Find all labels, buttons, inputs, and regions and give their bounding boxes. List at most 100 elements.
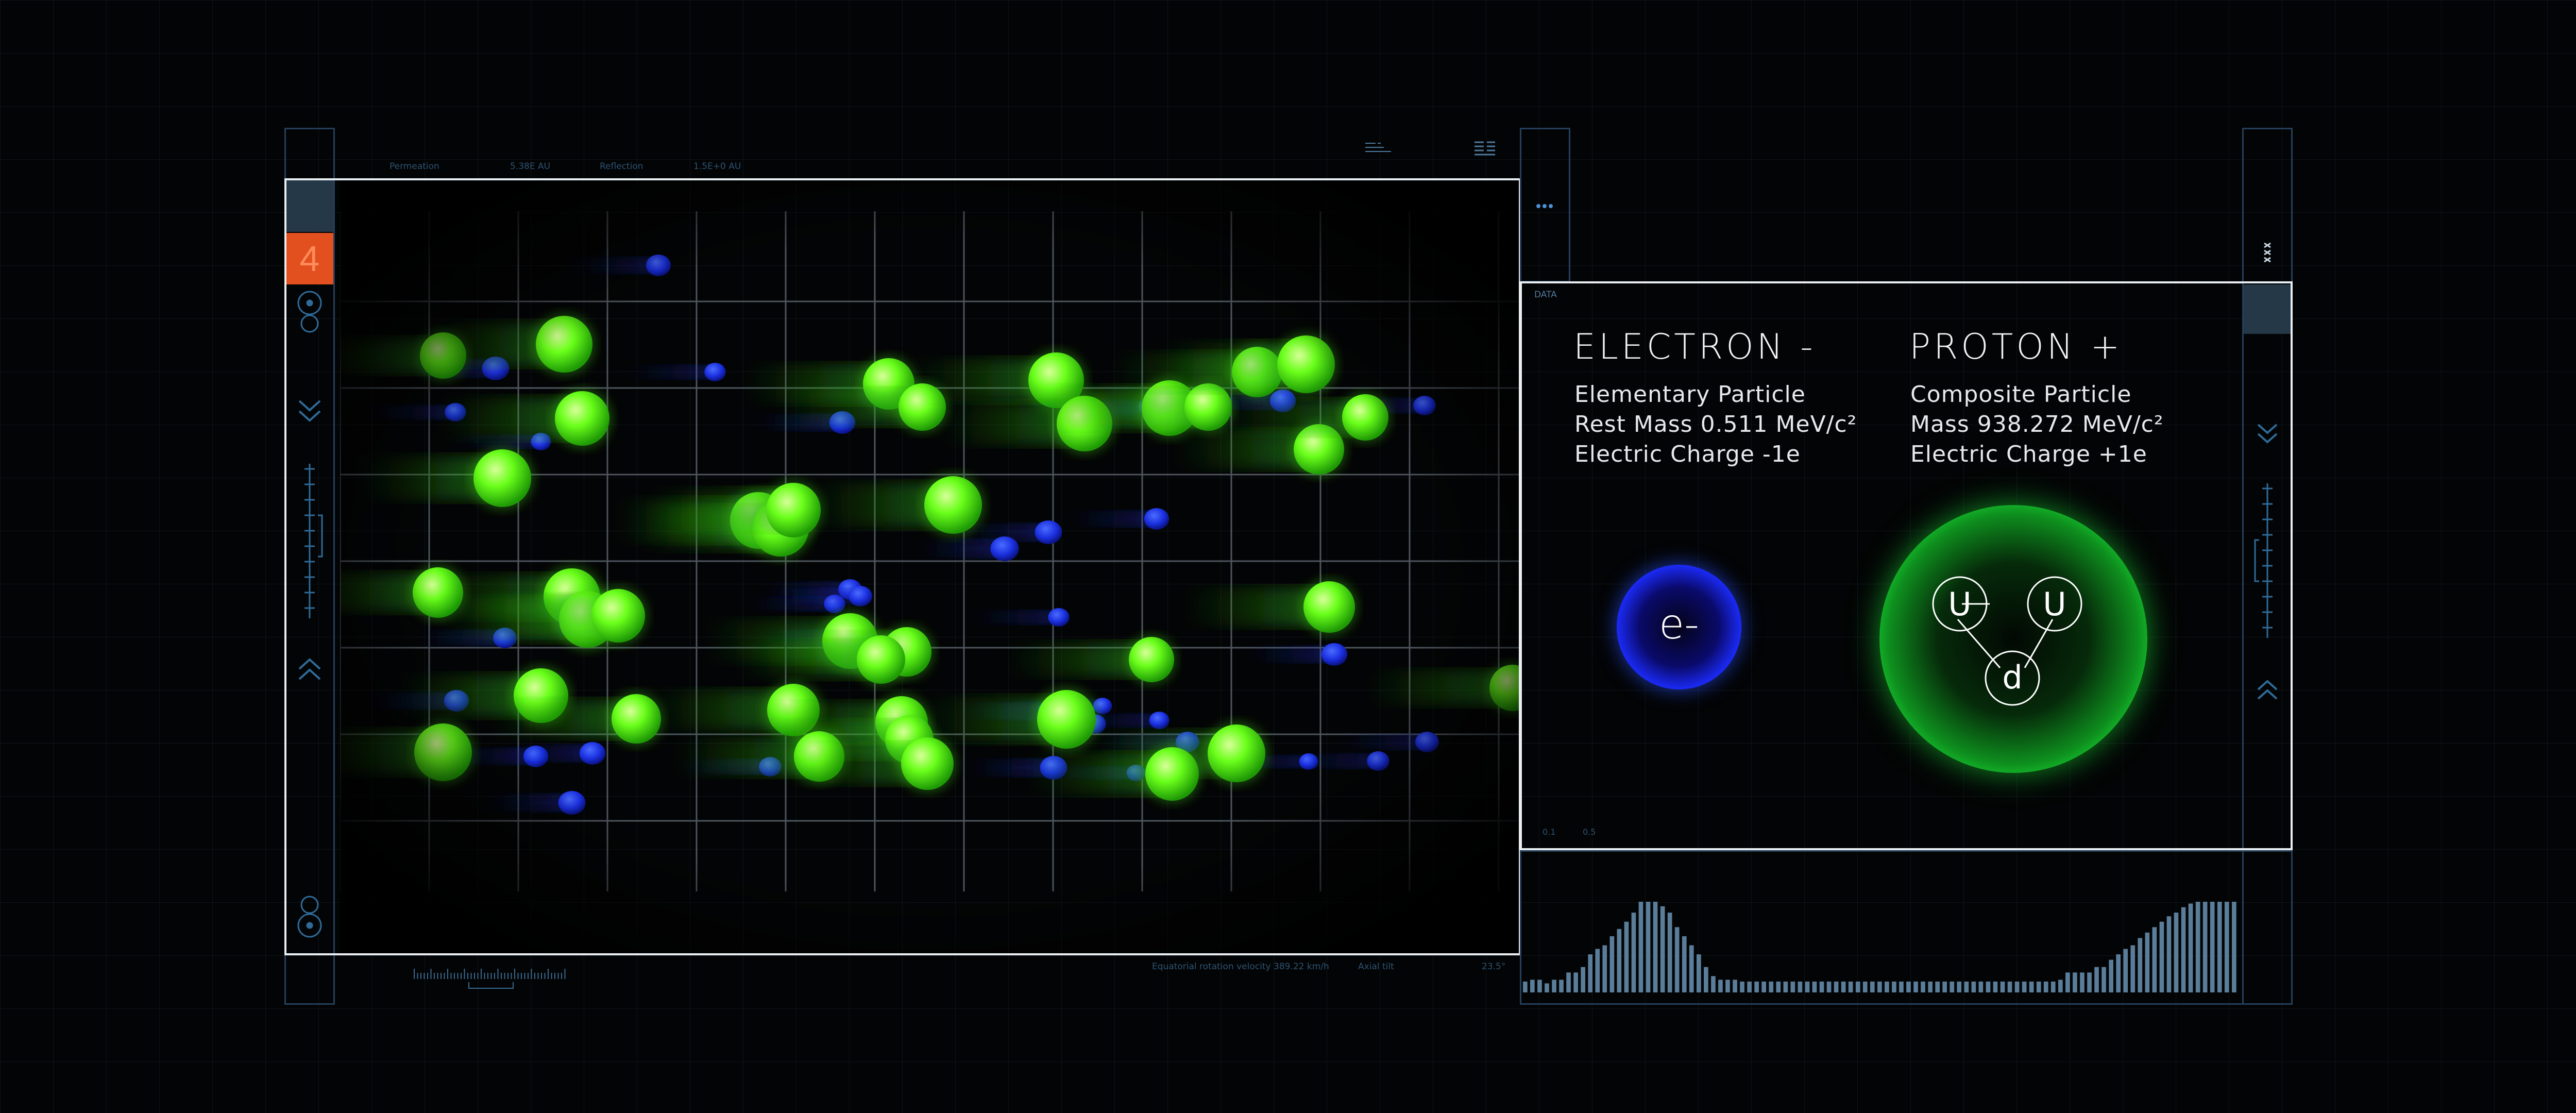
histogram-bar	[1776, 981, 1781, 992]
quark-label-d: d	[2002, 659, 2022, 696]
electron-charge: Electric Charge -1e	[1574, 441, 1801, 467]
histogram-bar	[2022, 981, 2027, 992]
proton-charge: Electric Charge +1e	[1910, 441, 2147, 467]
close-icon[interactable]	[2264, 242, 2271, 263]
histogram-bar	[2109, 959, 2113, 992]
histogram-bar	[2188, 903, 2193, 992]
proton-title: PROTON +	[1909, 327, 2123, 367]
histogram-bar	[2073, 972, 2077, 992]
proton-mass: Mass 938.272 MeV/c²	[1910, 411, 2164, 437]
quark-label-u1: U	[1948, 585, 1971, 623]
histogram-bar	[1950, 981, 1955, 992]
histogram-bar	[2050, 981, 2056, 992]
header-value-permeation: 5.38E AU	[510, 161, 551, 172]
histogram-bar	[2102, 967, 2106, 992]
histogram-bar	[2181, 907, 2186, 992]
histogram-bar	[1624, 921, 1629, 992]
histogram-bar	[1928, 981, 1933, 992]
spectrum-histogram	[1523, 902, 2236, 992]
histogram-bar	[2065, 972, 2070, 992]
histogram-bar	[1559, 980, 1564, 992]
histogram-bar	[1689, 945, 1694, 992]
header-label-permeation: Permeation	[389, 161, 439, 172]
histogram-bar	[2152, 927, 2157, 992]
histogram-bar	[1523, 981, 1528, 992]
histogram-bar	[2195, 902, 2200, 992]
histogram-bar	[1769, 981, 1774, 992]
histogram-bar	[1588, 954, 1593, 992]
quark-label-u2: U	[2043, 585, 2066, 623]
histogram-bar	[2174, 913, 2179, 992]
histogram-bar	[1819, 981, 1824, 992]
histogram-bar	[1718, 980, 1723, 992]
histogram-bar	[1747, 981, 1752, 992]
footer-value-tilt: 23.5°	[1482, 962, 1506, 972]
histogram-bar	[2116, 954, 2121, 992]
histogram-bar	[2159, 921, 2164, 992]
histogram-bar	[2232, 902, 2236, 992]
histogram-bar	[1638, 902, 1643, 992]
histogram-bar	[1754, 981, 1759, 992]
particle-simulation[interactable]	[340, 180, 1519, 953]
histogram-bar	[2224, 902, 2229, 992]
histogram-bar	[1740, 981, 1744, 992]
histogram-bar	[1906, 981, 1911, 992]
histogram-bar	[1682, 936, 1687, 992]
histogram-bar	[1653, 902, 1658, 992]
histogram-bar	[1971, 981, 1976, 992]
histogram-bar	[1790, 981, 1795, 992]
footer-value-rotation: 389.22 km/h	[1274, 962, 1329, 972]
histogram-bar	[1581, 967, 1585, 992]
histogram-bar	[1646, 902, 1651, 992]
histogram-bar	[1862, 981, 1868, 992]
histogram-bar	[1986, 981, 1991, 992]
histogram-bar	[1848, 981, 1853, 992]
histogram-bar	[1674, 927, 1680, 992]
histogram-bar	[2043, 981, 2048, 992]
histogram-bar	[1725, 980, 1730, 992]
header-label-reflection: Reflection	[600, 161, 643, 172]
header-glyphs	[1365, 141, 1495, 156]
histogram-bar	[1573, 972, 1578, 992]
footer-label-tilt: Axial tilt	[1358, 962, 1394, 972]
histogram-bar	[1921, 981, 1925, 992]
histogram-bar	[1935, 981, 1940, 992]
histogram-bar	[1834, 981, 1839, 992]
quark-diagram: U U d	[1932, 576, 2082, 706]
histogram-bar	[2094, 967, 2099, 992]
histogram-bar	[1667, 913, 1672, 992]
electron-symbol: e-	[1658, 600, 1700, 648]
histogram-bar	[1697, 954, 1701, 992]
histogram-bar	[1761, 981, 1766, 992]
zoom-ruler[interactable]	[412, 964, 572, 992]
more-icon[interactable]	[1535, 202, 1556, 210]
histogram-bar	[2080, 972, 2084, 992]
histogram-bar	[2000, 981, 2005, 992]
histogram-bar	[1595, 949, 1600, 992]
histogram-bar	[2138, 938, 2143, 992]
footer-label-rotation: Equatorial rotation velocity	[1152, 962, 1271, 972]
data-tab-label: DATA	[1534, 290, 1557, 300]
dash-icon	[1365, 143, 1391, 152]
histogram-bar	[2007, 981, 2012, 992]
histogram-bar	[1855, 981, 1860, 992]
histogram-bar	[1841, 981, 1846, 992]
electron-type: Elementary Particle	[1574, 381, 1806, 408]
electron-mass: Rest Mass 0.511 MeV/c²	[1574, 411, 1857, 437]
histogram-bar	[1609, 936, 1615, 992]
particle-field	[340, 180, 1519, 953]
histogram-bar	[2123, 949, 2128, 992]
histogram-bar	[1978, 981, 1984, 992]
histogram-bar	[2210, 902, 2215, 992]
histogram-bar	[2014, 981, 2020, 992]
histogram-bar	[1826, 981, 1832, 992]
histogram-bar	[1631, 913, 1636, 992]
histogram-bar	[1704, 967, 1708, 992]
histogram-bar	[1870, 981, 1875, 992]
histogram-bar	[1733, 980, 1737, 992]
histogram-bar	[1805, 981, 1810, 992]
histogram-bar	[1545, 983, 1549, 992]
axis-tick-2: 0.5	[1583, 827, 1596, 837]
histogram-bar	[1885, 981, 1889, 992]
histogram-bar	[1566, 972, 1571, 992]
